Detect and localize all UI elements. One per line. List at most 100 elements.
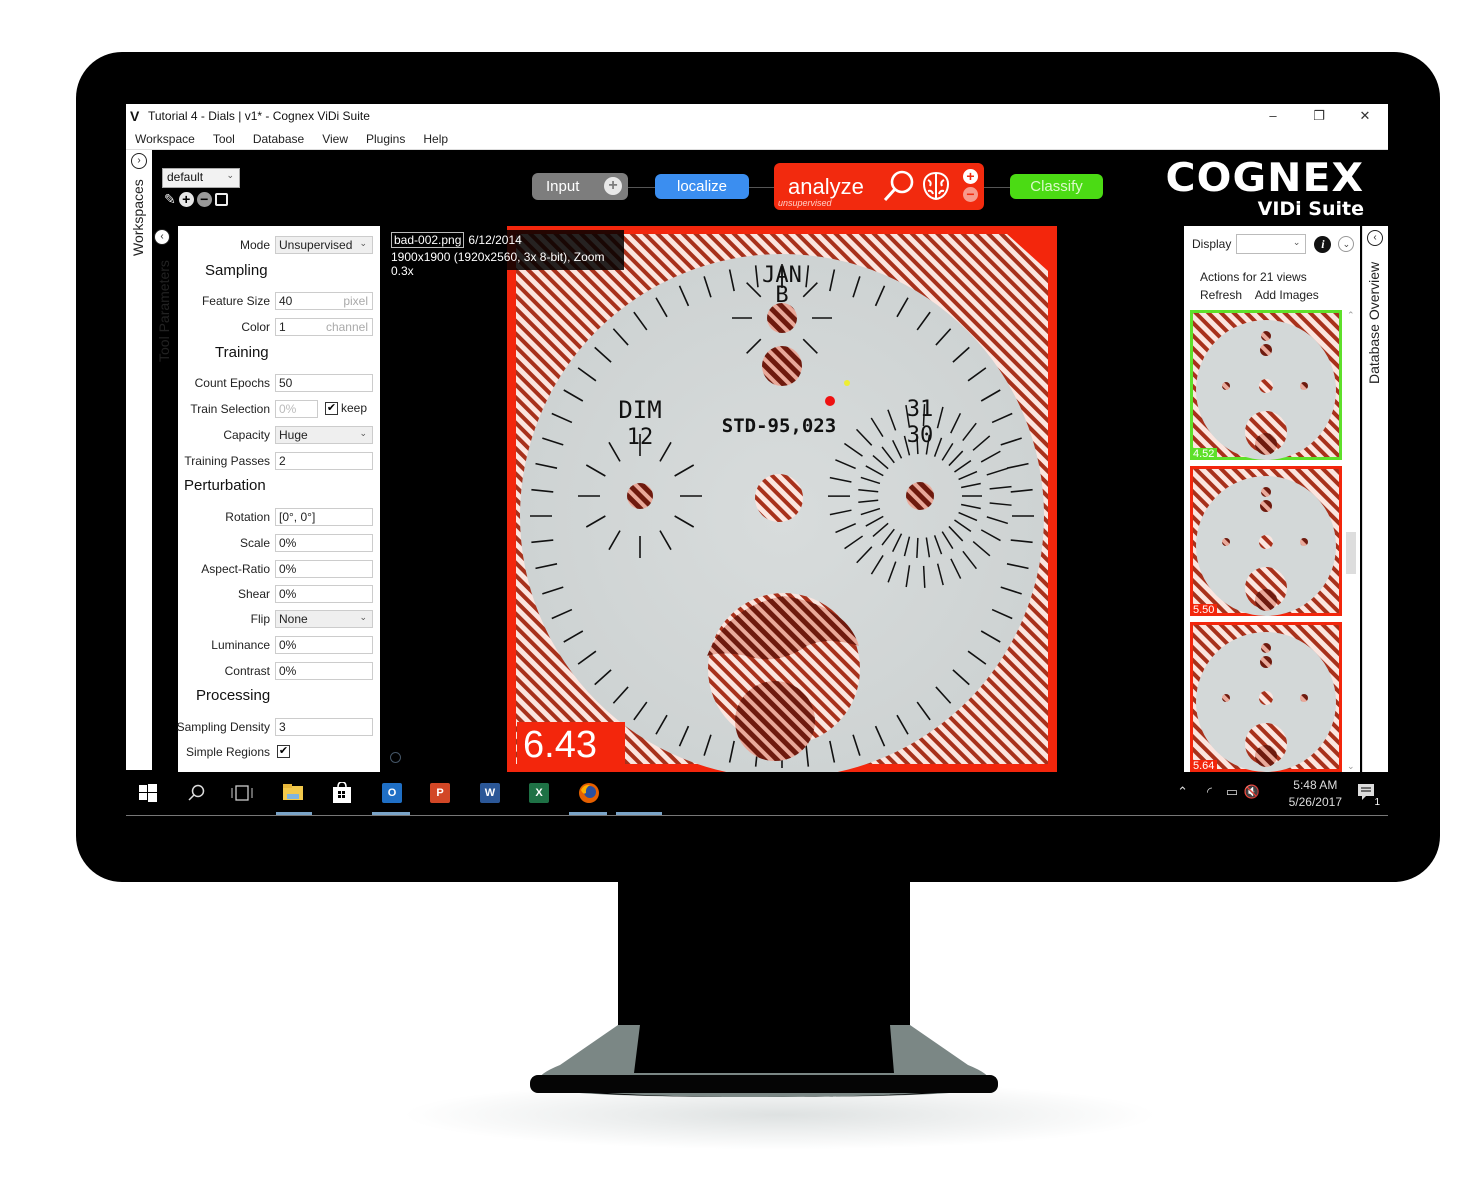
battery-icon[interactable]: ▭	[1226, 784, 1238, 800]
count-epochs-input[interactable]: 50	[275, 374, 373, 392]
chevron-down-icon: ⌄	[226, 170, 234, 180]
thumbnail-score: 5.50	[1190, 604, 1218, 616]
color-input[interactable]: 1 channel	[275, 318, 373, 336]
thumbnail-score: 4.52	[1190, 448, 1218, 460]
flip-select[interactable]: None ⌄	[275, 610, 373, 628]
param-training-passes: Training Passes 2	[152, 452, 380, 471]
aspect-ratio-input[interactable]: 0%	[275, 560, 373, 578]
clock[interactable]: 5:48 AM 5/26/2017	[1289, 777, 1342, 811]
keep-checkbox[interactable]: ✔	[325, 401, 338, 415]
sampling-density-input[interactable]: 3	[275, 718, 373, 736]
localize-tool-button[interactable]: localize	[655, 174, 749, 199]
dial-text-left2: 12	[627, 425, 654, 450]
remove-icon[interactable]: −	[963, 187, 978, 202]
display-label: Display	[1192, 237, 1232, 251]
count-epochs-value: 50	[279, 376, 293, 390]
thumbnail-item[interactable]: 5.64	[1190, 622, 1342, 772]
clock-time: 5:48 AM	[1293, 778, 1338, 792]
scale-input[interactable]: 0%	[275, 534, 373, 552]
tab-tool-parameters[interactable]: Tool Parameters	[156, 260, 172, 362]
image-viewer[interactable]: bad-002.png 6/12/2014 1900x1900 (1920x256…	[382, 226, 1182, 772]
vidi-app-icon[interactable]	[618, 781, 660, 805]
add-workspace-icon[interactable]: +	[178, 191, 194, 207]
menu-workspace[interactable]: Workspace	[126, 132, 204, 146]
refresh-link[interactable]: Refresh	[1200, 288, 1242, 302]
shear-input[interactable]: 0%	[275, 585, 373, 603]
analyze-tool-button[interactable]: analyze unsupervised + −	[774, 163, 984, 210]
minimize-button[interactable]: –	[1250, 104, 1296, 128]
luminance-input[interactable]: 0%	[275, 636, 373, 654]
remove-workspace-icon[interactable]: −	[196, 191, 212, 207]
expand-chevron-icon[interactable]: ⌄	[1338, 236, 1355, 252]
scroll-up-icon[interactable]: ⌃	[1347, 310, 1355, 321]
menu-database[interactable]: Database	[244, 132, 313, 146]
mode-select[interactable]: Unsupervised ⌄	[275, 236, 373, 254]
thumbnail-scrollbar[interactable]: ⌃ ⌄	[1344, 310, 1358, 772]
brain-icon[interactable]	[920, 170, 952, 202]
powerpoint-icon[interactable]: P	[428, 781, 452, 805]
feature-size-input[interactable]: 40 pixel	[275, 292, 373, 310]
display-select[interactable]: ⌄	[1236, 234, 1307, 254]
firefox-icon[interactable]	[577, 781, 601, 805]
close-button[interactable]: ✕	[1342, 104, 1388, 128]
duplicate-workspace-icon[interactable]	[214, 192, 228, 206]
input-tool-button[interactable]: Input +	[532, 173, 628, 200]
add-icon[interactable]: +	[604, 177, 622, 195]
scroll-thumb[interactable]	[1346, 532, 1356, 574]
menu-tool[interactable]: Tool	[204, 132, 244, 146]
param-sampling-density: Sampling Density 3	[152, 718, 380, 737]
train-selection-input[interactable]: 0%	[275, 400, 318, 418]
classify-tool-button[interactable]: Classify	[1010, 174, 1103, 199]
menu-plugins[interactable]: Plugins	[357, 132, 414, 146]
edit-pencil-icon[interactable]: ✎	[164, 191, 176, 207]
workspaces-expand-icon[interactable]: ›	[131, 153, 147, 169]
word-icon[interactable]: W	[478, 781, 502, 805]
capacity-select[interactable]: Huge ⌄	[275, 426, 373, 444]
actions-block: Actions for 21 views Refresh Add Images	[1200, 268, 1329, 304]
excel-icon[interactable]: X	[527, 781, 551, 805]
tab-workspaces[interactable]: Workspaces	[130, 179, 146, 256]
thumbnail-item[interactable]: 5.50	[1190, 466, 1342, 616]
add-icon[interactable]: +	[963, 169, 978, 184]
menu-help[interactable]: Help	[414, 132, 457, 146]
info-icon[interactable]: i	[1314, 235, 1332, 253]
add-images-link[interactable]: Add Images	[1255, 288, 1319, 302]
magnifier-icon[interactable]	[882, 169, 916, 203]
tab-database-overview[interactable]: Database Overview	[1366, 262, 1382, 384]
menu-view[interactable]: View	[313, 132, 357, 146]
wifi-icon[interactable]: ◜	[1207, 784, 1212, 800]
param-mode: Mode Unsupervised ⌄	[152, 236, 380, 255]
show-hidden-icons-icon[interactable]: ⌃	[1177, 784, 1188, 800]
mode-value: Unsupervised	[279, 238, 353, 252]
monitor-base	[530, 1025, 998, 1097]
dial-text-center: STD-95,023	[722, 415, 836, 437]
analyze-label: analyze	[788, 173, 864, 199]
dial-image[interactable]: JAN B DIM 12 STD-95,023 31 30 6.43	[507, 226, 1057, 772]
database-collapse-icon[interactable]: ‹	[1367, 230, 1383, 246]
tool-parameters-panel: Mode Unsupervised ⌄ Sampling Feature Siz…	[177, 226, 380, 772]
simple-regions-checkbox[interactable]: ✔	[277, 745, 290, 758]
workspace-selected-value: default	[167, 170, 204, 184]
param-label: Capacity	[223, 428, 270, 442]
outlook-icon[interactable]: O	[380, 781, 404, 805]
file-explorer-icon[interactable]	[281, 781, 305, 805]
image-info-overlay: bad-002.png 6/12/2014 1900x1900 (1920x256…	[386, 230, 624, 278]
color-value: 1	[279, 320, 286, 334]
param-label: Train Selection	[190, 402, 270, 416]
restore-button[interactable]: ❐	[1296, 104, 1342, 128]
training-passes-input[interactable]: 2	[275, 452, 373, 470]
start-icon[interactable]	[136, 781, 160, 805]
rotation-input[interactable]: [0°, 0°]	[275, 508, 373, 526]
notifications-icon[interactable]: 1	[1356, 782, 1380, 808]
store-icon[interactable]	[330, 781, 354, 805]
scroll-down-icon[interactable]: ⌄	[1347, 761, 1355, 772]
workspace-toolbar: default ⌄ ✎ + −	[152, 150, 382, 226]
search-icon[interactable]	[184, 781, 208, 805]
workspace-select[interactable]: default ⌄	[162, 168, 240, 188]
task-view-icon[interactable]	[230, 781, 254, 805]
contrast-input[interactable]: 0%	[275, 662, 373, 680]
param-label: Scale	[239, 536, 270, 550]
anomaly-spot	[906, 482, 934, 510]
thumbnail-item[interactable]: 4.52	[1190, 310, 1342, 460]
volume-muted-icon[interactable]: 🔇	[1244, 784, 1260, 800]
